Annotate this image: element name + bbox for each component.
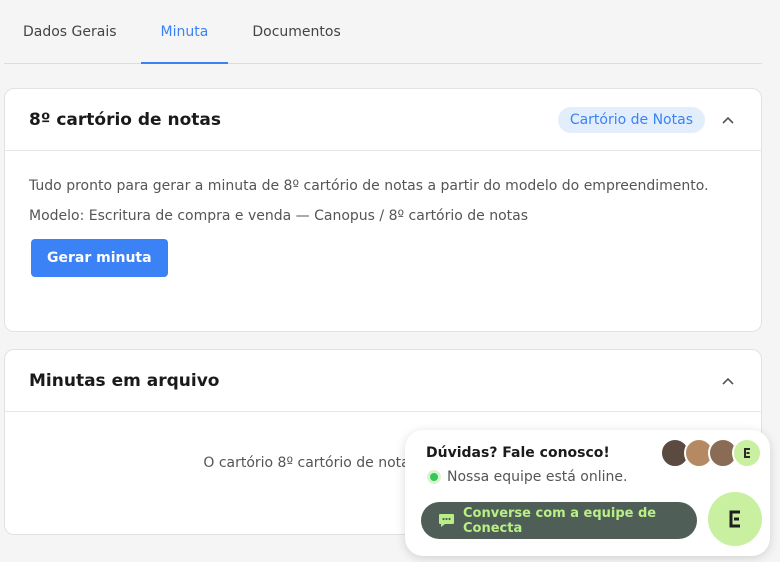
ready-description: Tudo pronto para gerar a minuta de 8º ca… — [29, 178, 709, 194]
chevron-up-icon[interactable] — [719, 111, 737, 129]
conecta-logo-icon — [732, 438, 762, 468]
cartorio-card: 8º cartório de notas Cartório de Notas T… — [4, 88, 762, 332]
online-status: Nossa equipe está online. — [427, 469, 627, 485]
cartorio-card-header[interactable]: 8º cartório de notas Cartório de Notas — [5, 89, 761, 151]
chat-button-label: Converse com a equipe de Conecta — [463, 505, 657, 536]
tab-documentos[interactable]: Documentos — [252, 0, 340, 63]
archived-card-header[interactable]: Minutas em arquivo — [5, 350, 761, 412]
chat-title: Dúvidas? Fale conosco! — [426, 445, 610, 461]
tab-minuta[interactable]: Minuta — [140, 0, 229, 64]
cartorio-type-badge: Cartório de Notas — [557, 106, 705, 133]
chevron-up-icon[interactable] — [719, 372, 737, 390]
chat-bubble-icon — [438, 513, 455, 528]
cartorio-card-body: Tudo pronto para gerar a minuta de 8º ca… — [5, 151, 761, 301]
online-dot-icon — [427, 470, 441, 484]
chat-launcher-button[interactable] — [708, 492, 762, 546]
model-label: Modelo: Escritura de compra e venda — Ca… — [29, 208, 529, 224]
online-status-text: Nossa equipe está online. — [447, 469, 628, 485]
tab-bar: Dados Gerais Minuta Documentos — [4, 0, 762, 64]
team-avatars — [660, 438, 762, 468]
chat-with-team-button[interactable]: Converse com a equipe de Conecta — [421, 502, 697, 539]
tab-dados-gerais[interactable]: Dados Gerais — [23, 0, 117, 63]
archived-card-title: Minutas em arquivo — [29, 370, 220, 391]
cartorio-card-title: 8º cartório de notas — [29, 109, 221, 130]
generate-minuta-button[interactable]: Gerar minuta — [31, 239, 168, 277]
conecta-logo-icon — [729, 510, 740, 528]
chat-widget: Dúvidas? Fale conosco! Nossa equipe está… — [405, 430, 770, 556]
